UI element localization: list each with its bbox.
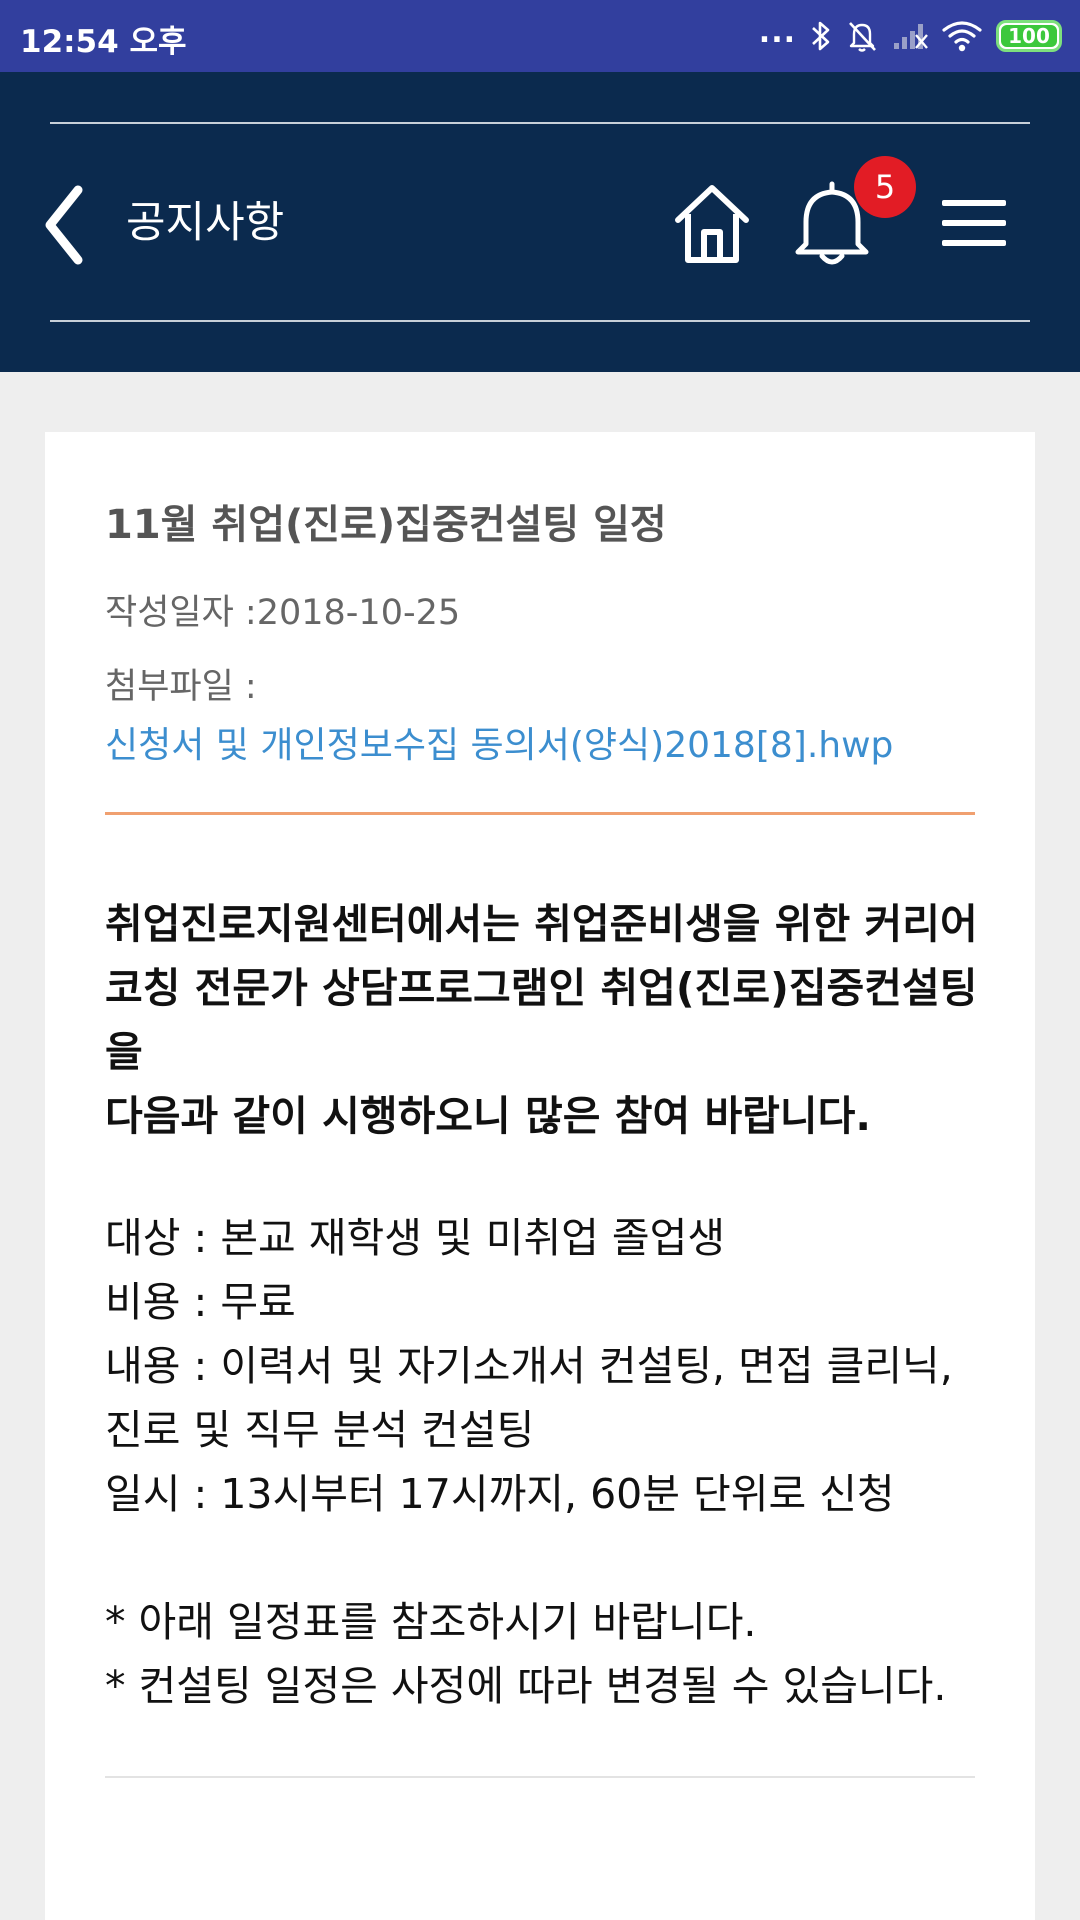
cellular-signal-icon xyxy=(894,24,928,49)
notice-intro: 취업진로지원센터에서는 취업준비생을 위한 커리어 코칭 전문가 상담프로그램인… xyxy=(105,892,985,1148)
notifications-off-icon xyxy=(849,22,876,52)
notice-body: 대상 : 본교 재학생 및 미취업 졸업생 비용 : 무료 내용 : 이력서 및… xyxy=(105,1206,985,1718)
wifi-icon xyxy=(942,21,982,52)
note-line-2: * 컨설팅 일정은 사정에 따라 변경될 수 있습니다. xyxy=(105,1662,947,1710)
target-line: 대상 : 본교 재학생 및 미취업 졸업생 xyxy=(105,1214,726,1262)
more-dots-icon: ... xyxy=(758,14,796,50)
page-title: 공지사항 xyxy=(126,198,285,248)
content-line: 내용 : 이력서 및 자기소개서 컨설팅, 면접 클리닉, 진로 및 직무 분석… xyxy=(105,1342,953,1454)
post-date: 작성일자 :2018-10-25 xyxy=(105,593,461,633)
status-time: 12:54 오후 xyxy=(20,24,187,60)
status-icons: ... 100 xyxy=(759,14,1062,58)
header-bottom-divider xyxy=(50,320,1030,322)
battery-icon: 100 xyxy=(996,20,1062,52)
back-arrow-icon[interactable] xyxy=(40,180,92,270)
bluetooth-icon xyxy=(812,21,830,51)
hamburger-menu-icon[interactable] xyxy=(942,200,1006,246)
intro-line-2: 다음과 같이 시행하오니 많은 참여 바랍니다. xyxy=(105,1092,871,1140)
battery-level: 100 xyxy=(1008,24,1050,48)
notification-count-badge[interactable]: 5 xyxy=(854,156,916,218)
attachment-label: 첨부파일 : xyxy=(105,667,257,707)
note-line-1: * 아래 일정표를 참조하시기 바랍니다. xyxy=(105,1598,757,1646)
content-bottom-divider xyxy=(105,1776,975,1778)
intro-line-1: 취업진로지원센터에서는 취업준비생을 위한 커리어 코칭 전문가 상담프로그램인… xyxy=(105,900,978,1076)
schedule-line: 일시 : 13시부터 17시까지, 60분 단위로 신청 xyxy=(105,1470,895,1518)
title-divider xyxy=(105,812,975,815)
notice-detail-card: 11월 취업(진로)집중컨설팅 일정 작성일자 :2018-10-25 첨부파일… xyxy=(45,432,1035,1920)
header-top-divider xyxy=(50,122,1030,124)
post-title: 11월 취업(진로)집중컨설팅 일정 xyxy=(105,502,667,548)
app-header: 공지사항 5 xyxy=(0,72,1080,372)
attachment-file-link[interactable]: 신청서 및 개인정보수집 동의서(양식)2018[8].hwp xyxy=(105,716,893,768)
cost-line: 비용 : 무료 xyxy=(105,1278,296,1326)
status-bar: 12:54 오후 ... 100 xyxy=(0,0,1080,72)
home-icon[interactable] xyxy=(672,182,752,266)
